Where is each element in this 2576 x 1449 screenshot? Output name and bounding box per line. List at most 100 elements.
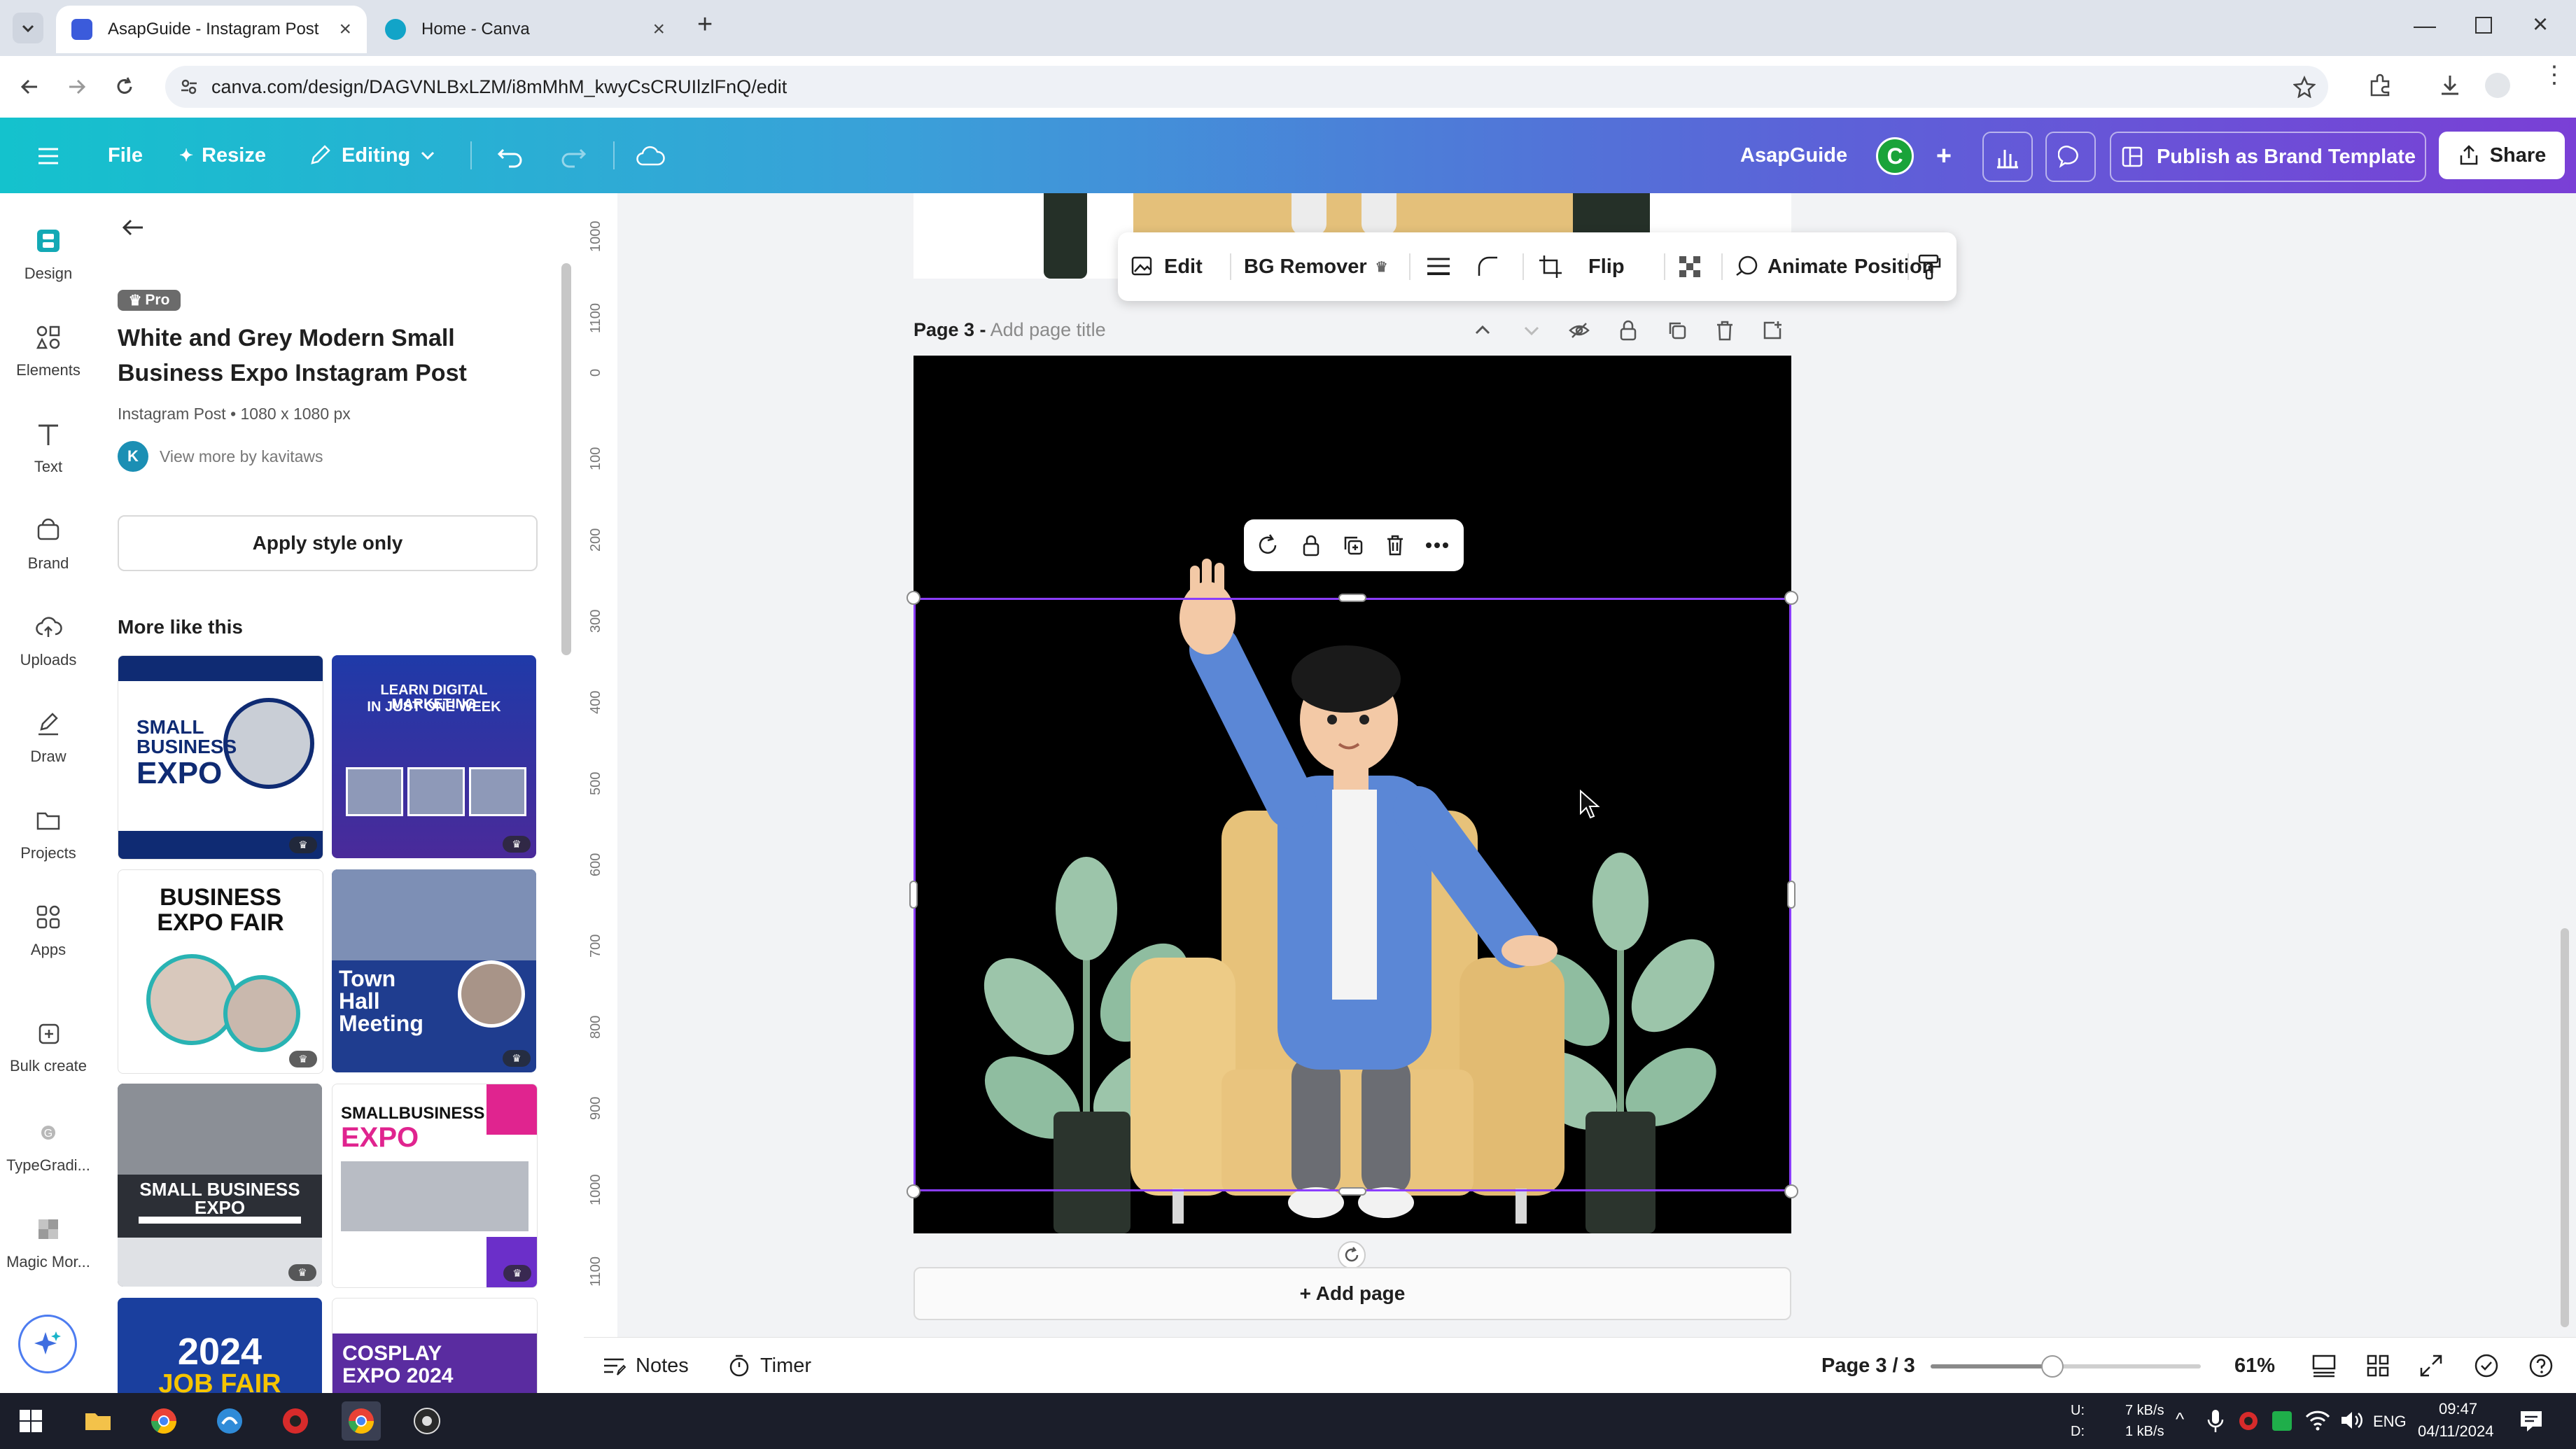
rail-item-draw[interactable]: Draw bbox=[0, 704, 97, 766]
template-thumbnail[interactable]: Town Hall Meeting ♛ bbox=[332, 869, 536, 1072]
resize-handle-bottom-left[interactable] bbox=[906, 1184, 920, 1198]
microphone-icon[interactable] bbox=[2206, 1408, 2225, 1434]
taskbar-app-record[interactable] bbox=[276, 1401, 315, 1441]
user-avatar[interactable]: C bbox=[1876, 137, 1914, 175]
border-style-button[interactable] bbox=[1426, 232, 1451, 301]
zoom-slider[interactable] bbox=[1931, 1355, 2201, 1378]
resize-handle-top-left[interactable] bbox=[906, 591, 920, 605]
flip-button[interactable]: Flip bbox=[1588, 232, 1625, 301]
template-thumbnail[interactable]: LEARN DIGITAL MARKETING IN JUST ONE WEEK… bbox=[332, 655, 536, 858]
profile-avatar[interactable] bbox=[2485, 73, 2510, 98]
site-settings-icon[interactable] bbox=[179, 77, 199, 97]
notification-icon[interactable] bbox=[2519, 1408, 2544, 1434]
rotate-handle[interactable] bbox=[1338, 1241, 1366, 1269]
team-name[interactable]: AsapGuide bbox=[1740, 118, 1847, 193]
animate-button[interactable]: Animate bbox=[1734, 232, 1847, 301]
add-page-after-button[interactable] bbox=[1758, 316, 1786, 344]
restore-button[interactable] bbox=[2475, 17, 2492, 34]
tab-search-button[interactable] bbox=[13, 13, 43, 43]
help-button[interactable] bbox=[2528, 1338, 2554, 1394]
star-icon[interactable] bbox=[2293, 76, 2316, 98]
invite-button[interactable]: + bbox=[1926, 139, 1961, 174]
panel-scrollbar[interactable] bbox=[559, 263, 573, 1383]
hide-page-button[interactable] bbox=[1565, 316, 1593, 344]
extensions-icon[interactable] bbox=[2366, 71, 2394, 99]
app-tray-icon[interactable] bbox=[2237, 1410, 2260, 1432]
comments-button[interactable] bbox=[2045, 132, 2096, 182]
grid-view-button[interactable] bbox=[2366, 1338, 2390, 1394]
notes-button[interactable]: Notes bbox=[602, 1338, 689, 1394]
rail-item-projects[interactable]: Projects bbox=[0, 801, 97, 862]
file-menu[interactable]: File bbox=[108, 118, 143, 193]
rail-item-text[interactable]: Text bbox=[0, 414, 97, 476]
pages-view-button[interactable] bbox=[2311, 1338, 2337, 1394]
fullscreen-button[interactable] bbox=[2419, 1338, 2443, 1394]
transparency-button[interactable] bbox=[1678, 232, 1702, 301]
publish-brand-template-button[interactable]: Publish as Brand Template bbox=[2110, 132, 2426, 182]
duplicate-page-button[interactable] bbox=[1663, 316, 1691, 344]
lock-element-button[interactable] bbox=[1297, 531, 1325, 559]
resize-handle-bottom-right[interactable] bbox=[1784, 1184, 1798, 1198]
insights-button[interactable] bbox=[1982, 132, 2033, 182]
redo-button[interactable] bbox=[556, 139, 591, 174]
rail-item-design[interactable]: Design bbox=[0, 221, 97, 283]
copy-style-button[interactable] bbox=[1917, 232, 1941, 301]
delete-element-button[interactable] bbox=[1381, 531, 1409, 559]
tab-home-canva[interactable]: Home - Canva × bbox=[370, 6, 680, 53]
browser-menu-button[interactable]: ⋮ bbox=[2542, 63, 2566, 87]
move-page-down-button[interactable] bbox=[1518, 316, 1546, 344]
rail-item-uploads[interactable]: Uploads bbox=[0, 608, 97, 669]
rail-item-elements[interactable]: Elements bbox=[0, 318, 97, 379]
reload-button[interactable] bbox=[108, 70, 141, 104]
taskbar-file-explorer[interactable] bbox=[78, 1401, 118, 1441]
rail-item-magic-morph[interactable]: Magic Mor... bbox=[0, 1210, 97, 1271]
template-thumbnail[interactable]: SMALL BUSINESS EXPO ♛ bbox=[118, 1084, 322, 1287]
author-link[interactable]: K View more by kavitaws bbox=[118, 441, 323, 472]
template-thumbnail[interactable]: SMALL BUSINESS EXPO ♛ bbox=[118, 655, 323, 860]
move-page-up-button[interactable] bbox=[1469, 316, 1497, 344]
green-tray-icon[interactable] bbox=[2271, 1410, 2293, 1432]
close-window-button[interactable]: × bbox=[2533, 10, 2548, 40]
rail-item-brand[interactable]: Brand bbox=[0, 511, 97, 573]
undo-button[interactable] bbox=[493, 139, 528, 174]
resize-handle-top-right[interactable] bbox=[1784, 591, 1798, 605]
back-button[interactable] bbox=[13, 70, 46, 104]
lock-page-button[interactable] bbox=[1614, 316, 1642, 344]
scrollbar-thumb[interactable] bbox=[561, 263, 571, 655]
page-title-input[interactable]: Add page title bbox=[990, 319, 1106, 340]
template-thumbnail[interactable]: 2024 JOB FAIR bbox=[118, 1298, 322, 1393]
minimize-button[interactable]: — bbox=[2414, 13, 2436, 38]
share-button[interactable]: Share bbox=[2439, 132, 2565, 179]
url-field[interactable]: canva.com/design/DAGVNLBxLZM/i8mMhM_kwyC… bbox=[165, 66, 2328, 108]
more-options-button[interactable] bbox=[1423, 531, 1451, 559]
rail-item-apps[interactable]: Apps bbox=[0, 897, 97, 959]
check-button[interactable] bbox=[2474, 1338, 2499, 1394]
timer-button[interactable]: Timer bbox=[728, 1338, 811, 1394]
forward-button[interactable] bbox=[60, 70, 94, 104]
resize-handle-top[interactable] bbox=[1338, 594, 1366, 602]
duplicate-element-button[interactable] bbox=[1339, 531, 1367, 559]
rail-item-typegradient[interactable]: G TypeGradi... bbox=[0, 1113, 97, 1175]
edit-image-button[interactable]: Edit bbox=[1130, 232, 1203, 301]
close-icon[interactable]: × bbox=[339, 18, 351, 41]
template-thumbnail[interactable]: COSPLAY EXPO 2024 bbox=[332, 1298, 538, 1394]
cloud-save-status[interactable] bbox=[633, 139, 668, 174]
apply-style-only-button[interactable]: Apply style only bbox=[118, 515, 538, 571]
resize-handle-bottom[interactable] bbox=[1338, 1187, 1366, 1196]
download-icon[interactable] bbox=[2436, 71, 2464, 99]
main-menu-button[interactable] bbox=[31, 139, 66, 174]
taskbar-app-blue[interactable] bbox=[210, 1401, 249, 1441]
zoom-slider-knob[interactable] bbox=[2040, 1355, 2064, 1378]
volume-icon[interactable] bbox=[2339, 1408, 2365, 1432]
delete-page-button[interactable] bbox=[1711, 316, 1739, 344]
rail-item-bulk-create[interactable]: Bulk create bbox=[0, 1014, 97, 1075]
tray-chevron-icon[interactable]: ^ bbox=[2176, 1408, 2184, 1430]
taskbar-app-dark[interactable] bbox=[407, 1401, 447, 1441]
magic-assistant-button[interactable] bbox=[18, 1315, 77, 1373]
tab-asapguide[interactable]: AsapGuide - Instagram Post × bbox=[56, 6, 367, 53]
template-thumbnail[interactable]: BUSINESS EXPO FAIR ♛ bbox=[118, 869, 323, 1074]
corner-rounding-button[interactable] bbox=[1476, 232, 1500, 301]
clock-date[interactable]: 04/11/2024 bbox=[2418, 1422, 2493, 1441]
close-icon[interactable]: × bbox=[652, 18, 665, 41]
resize-handle-left[interactable] bbox=[909, 881, 918, 909]
